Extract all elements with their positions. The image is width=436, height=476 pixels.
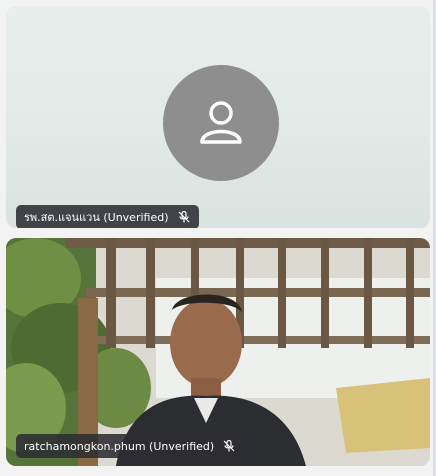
participant-name: รพ.สต.แจนแวน (Unverified) xyxy=(24,211,169,224)
participant-tile-2[interactable]: ratchamongkon.phum (Unverified) xyxy=(6,238,430,466)
video-call-gallery: รพ.สต.แจนแวน (Unverified) ratchamongkon.… xyxy=(0,0,436,476)
participant-tile-1[interactable]: รพ.สต.แจนแวน (Unverified) xyxy=(6,6,430,228)
participant-video-feed xyxy=(6,238,430,466)
participant-name-chip: ratchamongkon.phum (Unverified) xyxy=(16,434,245,458)
participant-name-chip: รพ.สต.แจนแวน (Unverified) xyxy=(16,205,199,228)
person-icon xyxy=(200,101,242,144)
participant-avatar xyxy=(163,65,279,181)
mic-off-icon xyxy=(177,210,191,224)
mic-off-icon xyxy=(222,439,236,453)
participant-name: ratchamongkon.phum (Unverified) xyxy=(24,439,215,453)
